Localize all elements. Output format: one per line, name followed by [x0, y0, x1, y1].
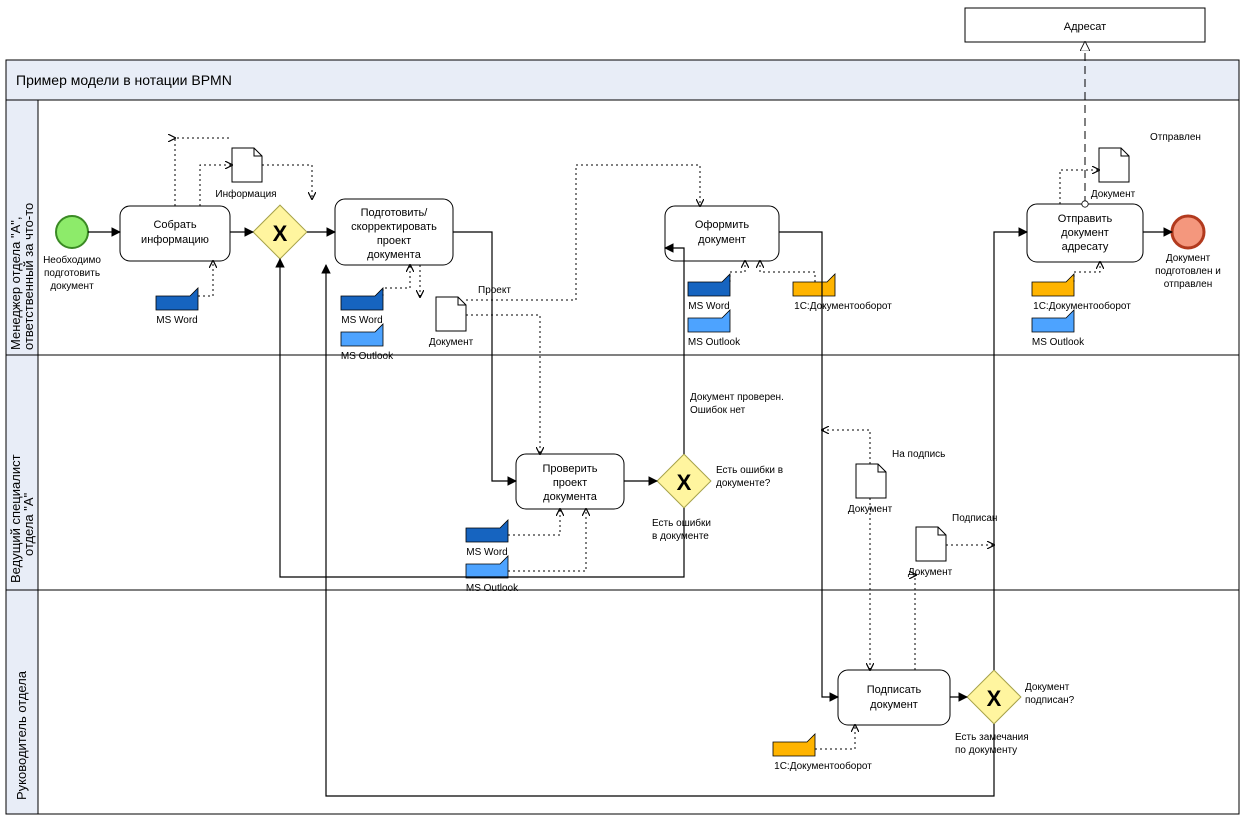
svg-text:X: X — [273, 221, 288, 246]
svg-text:MS Outlook: MS Outlook — [1032, 337, 1085, 348]
data-object-project-doc-label: Документ — [429, 337, 474, 348]
svg-text:Собрать: Собрать — [153, 219, 196, 231]
svg-text:адресату: адресату — [1062, 241, 1109, 253]
participant-label: Адресат — [1064, 21, 1106, 33]
data-object-sent — [1099, 148, 1129, 182]
svg-text:проект: проект — [553, 477, 587, 489]
start-event-label3: документ — [50, 281, 94, 292]
svg-text:проект: проект — [377, 235, 411, 247]
task-sign-document — [838, 670, 950, 725]
svg-text:информацию: информацию — [141, 234, 209, 246]
svg-text:документа: документа — [543, 491, 598, 503]
svg-text:Отправить: Отправить — [1058, 213, 1113, 225]
svg-text:документ: документ — [1061, 227, 1109, 239]
bpmn-diagram: Адресат Пример модели в нотации BPMN Мен… — [0, 0, 1250, 824]
gateway-errors-label2: документе? — [716, 478, 771, 489]
svg-text:подготовлен и: подготовлен и — [1155, 266, 1221, 277]
svg-text:документ: документ — [870, 699, 918, 711]
svg-text:1С:Документооборот: 1С:Документооборот — [774, 760, 872, 772]
data-object-project — [436, 297, 466, 331]
data-object-project-label: Проект — [478, 285, 511, 296]
data-object-for-sign — [856, 464, 886, 498]
svg-text:MS Word: MS Word — [466, 547, 508, 558]
gateway-signed-label1: Документ — [1025, 682, 1070, 693]
gateway-signed-label2: подписан? — [1025, 695, 1075, 706]
flow-remarks-label-b: по документу — [955, 745, 1017, 756]
svg-text:MS Word: MS Word — [688, 301, 730, 312]
svg-text:Подписать: Подписать — [867, 684, 922, 696]
data-object-sent-doc-label: Документ — [1091, 189, 1136, 200]
lane2-label-b: отдела "А" — [21, 492, 36, 556]
svg-text:отправлен: отправлен — [1164, 279, 1212, 290]
data-object-signed-doc-label: Документ — [908, 567, 953, 578]
data-object-sent-label: Отправлен — [1150, 132, 1201, 143]
flow-noerr-label-a: Документ проверен. — [690, 392, 784, 403]
svg-text:Оформить: Оформить — [695, 219, 750, 231]
end-event — [1172, 216, 1204, 248]
svg-text:MS Word: MS Word — [341, 315, 383, 326]
svg-text:1С:Документооборот: 1С:Документооборот — [794, 300, 892, 312]
start-event-label1: Необходимо — [43, 254, 101, 266]
svg-text:скорректировать: скорректировать — [351, 221, 437, 233]
flow-err-label-a: Есть ошибки — [652, 517, 711, 529]
start-event-label2: подготовить — [44, 268, 100, 279]
flow-noerr-label-b: Ошибок нет — [690, 404, 746, 416]
svg-text:Проверить: Проверить — [542, 463, 597, 475]
svg-text:Документ: Документ — [1166, 253, 1211, 264]
lane2-body — [38, 355, 1239, 590]
lane3-label: Руководитель отдела — [14, 670, 29, 800]
flow-err-label-b: в документе — [652, 531, 709, 542]
svg-text:MS Outlook: MS Outlook — [466, 583, 519, 594]
svg-text:документа: документа — [367, 249, 422, 261]
svg-text:MS Outlook: MS Outlook — [341, 351, 394, 362]
flow-remarks-label-a: Есть замечания — [955, 732, 1029, 743]
data-object-signed-label: Подписан — [952, 513, 997, 524]
gateway-errors-label1: Есть ошибки в — [716, 464, 783, 476]
data-object-information-label: Информация — [215, 188, 276, 200]
start-event — [56, 216, 88, 248]
tool-word-label-1: MS Word — [156, 315, 198, 326]
svg-text:1С:Документооборот: 1С:Документооборот — [1033, 300, 1131, 312]
svg-text:Подготовить/: Подготовить/ — [361, 207, 429, 219]
svg-text:документ: документ — [698, 234, 746, 246]
pool-title-text: Пример модели в нотации BPMN — [16, 72, 232, 88]
data-object-signed — [916, 527, 946, 561]
svg-text:X: X — [677, 470, 692, 495]
svg-text:X: X — [987, 686, 1002, 711]
svg-text:MS Outlook: MS Outlook — [688, 337, 741, 348]
lane1-label-b: ответственный за что-то — [21, 203, 36, 350]
data-object-information — [232, 148, 262, 182]
data-object-for-sign-label: На подпись — [892, 449, 945, 460]
